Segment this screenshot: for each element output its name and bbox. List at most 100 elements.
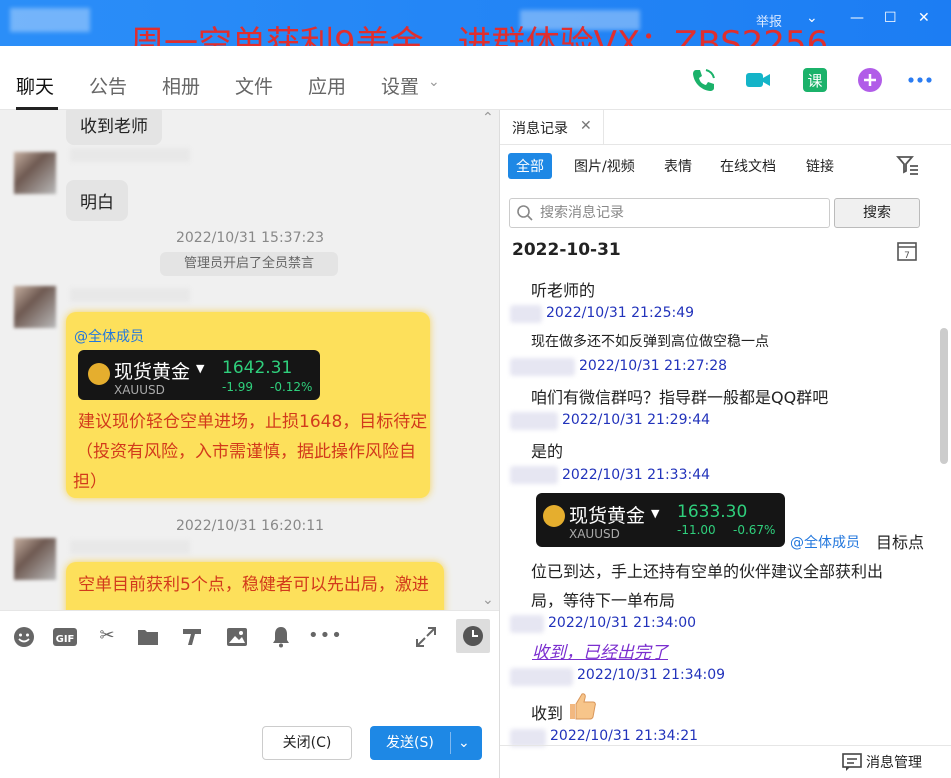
scrollbar[interactable] — [940, 328, 948, 464]
svg-text:GIF: GIF — [56, 634, 75, 645]
blurred-username — [70, 540, 190, 554]
gold-coin-icon — [543, 505, 565, 527]
announcement-line: 担） — [73, 472, 107, 492]
caret-down-icon: ▼ — [196, 362, 205, 375]
date-header: 2022-10-31 — [512, 240, 621, 260]
tab-message-history[interactable]: 消息记录 — [512, 118, 568, 138]
gold-change-pct: -0.67% — [733, 523, 776, 537]
image-icon[interactable] — [225, 625, 249, 649]
tab-chat[interactable]: 聊天 — [16, 72, 54, 99]
search-button[interactable]: 搜索 — [834, 198, 920, 228]
close-icon[interactable]: ✕ — [580, 118, 592, 134]
tab-separator — [603, 110, 604, 144]
filter-all[interactable]: 全部 — [508, 153, 552, 179]
scissors-icon[interactable]: ✂ — [95, 625, 119, 649]
calendar-icon[interactable]: 7 — [896, 240, 918, 262]
expand-icon[interactable] — [414, 625, 438, 649]
thumbs-up-icon — [570, 693, 596, 720]
phone-icon[interactable] — [690, 66, 718, 94]
mention-all[interactable]: @全体成员 — [790, 532, 860, 552]
blurred-sender — [510, 668, 573, 686]
gold-change: -11.00 — [677, 523, 716, 537]
caret-down-icon: ▼ — [651, 507, 660, 520]
history-time: 2022/10/31 21:34:09 — [577, 667, 726, 683]
clock-button[interactable] — [456, 619, 490, 653]
blurred-username — [70, 148, 190, 162]
scroll-down-icon[interactable]: ⌄ — [482, 592, 494, 608]
history-time: 2022/10/31 21:34:21 — [550, 728, 699, 744]
blurred-sender — [510, 358, 575, 376]
course-icon[interactable]: 课 — [801, 66, 829, 94]
avatar[interactable] — [14, 538, 56, 580]
history-time: 2022/10/31 21:34:00 — [548, 615, 697, 631]
history-message: 现在做多还不如反弹到高位做空稳一点 — [531, 334, 769, 350]
clock-icon — [463, 626, 483, 646]
announcement-line: （投资有风险，入市需谨慎，据此操作风险自 — [76, 442, 416, 462]
history-message: 局，等待下一单布局 — [531, 591, 676, 610]
maximize-icon[interactable]: ☐ — [884, 10, 897, 26]
gif-icon[interactable]: GIF — [52, 625, 78, 649]
chat-history[interactable]: 收到老师 明白 2022/10/31 15:37:23 管理员开启了全员禁言 @… — [0, 110, 500, 610]
footer-divider — [500, 745, 951, 746]
filter-docs[interactable]: 在线文档 — [720, 156, 776, 176]
tab-announcement[interactable]: 公告 — [89, 72, 127, 99]
message-manage-icon[interactable] — [842, 753, 862, 771]
gold-name: 现货黄金 — [569, 505, 646, 527]
filter-media[interactable]: 图片/视频 — [574, 156, 635, 176]
message-input[interactable] — [0, 660, 500, 778]
chevron-down-icon[interactable]: ⌄ — [458, 726, 470, 760]
send-button[interactable]: 发送(S) ⌄ — [370, 726, 482, 760]
folder-icon[interactable] — [136, 625, 160, 649]
close-icon[interactable]: ✕ — [918, 10, 930, 26]
more-icon[interactable] — [906, 66, 934, 94]
system-notice: 管理员开启了全员禁言 — [160, 252, 338, 276]
gold-change-pct: -0.12% — [270, 380, 313, 394]
bell-icon[interactable] — [269, 625, 293, 649]
quote-icon[interactable] — [180, 625, 204, 649]
gold-price: 1642.31 — [222, 358, 293, 378]
history-time: 2022/10/31 21:29:44 — [562, 412, 711, 428]
blurred-sender — [510, 412, 558, 430]
tab-album[interactable]: 相册 — [162, 72, 200, 99]
history-time: 2022/10/31 21:25:49 — [546, 305, 695, 321]
more-icon[interactable]: ••• — [308, 625, 342, 649]
message-manage-link[interactable]: 消息管理 — [866, 752, 922, 772]
history-message: 收到 — [531, 704, 564, 723]
separator — [450, 732, 451, 754]
announcement-line: 空单目前获利5个点，稳健者可以先出局，激进 — [78, 575, 429, 595]
chat-bubble: 收到老师 — [66, 110, 162, 145]
video-call-icon[interactable] — [744, 66, 772, 94]
blurred-sender — [510, 305, 542, 323]
tab-settings[interactable]: 设置 — [381, 72, 419, 99]
blurred-avatar — [10, 8, 90, 32]
emoji-icon[interactable] — [12, 625, 36, 649]
mention-all[interactable]: @全体成员 — [74, 326, 144, 346]
blurred-sender — [510, 615, 544, 633]
history-message: 位已到达，手上还持有空单的伙伴建议全部获利出 — [531, 562, 884, 581]
send-label: 发送(S) — [386, 735, 434, 751]
filter-icon[interactable] — [896, 154, 920, 176]
timestamp: 2022/10/31 16:20:11 — [175, 518, 325, 534]
filter-stickers[interactable]: 表情 — [664, 156, 692, 176]
history-message: 咱们有微信群吗？指导群一般都是QQ群吧 — [531, 388, 829, 407]
chat-bubble: 明白 — [66, 180, 128, 221]
gold-symbol: XAUUSD — [569, 527, 620, 541]
chevron-down-icon[interactable]: ⌄ — [428, 74, 440, 90]
history-link-message[interactable]: 收到，已经出完了 — [532, 638, 668, 663]
gold-coin-icon — [88, 363, 110, 385]
minimize-icon[interactable]: — — [850, 10, 864, 26]
search-input[interactable]: 搜索消息记录 — [509, 198, 830, 228]
close-button[interactable]: 关闭(C) — [262, 726, 352, 760]
gold-price: 1633.30 — [677, 502, 748, 522]
tab-files[interactable]: 文件 — [235, 72, 273, 99]
history-time: 2022/10/31 21:33:44 — [562, 467, 711, 483]
tab-apps[interactable]: 应用 — [308, 72, 346, 99]
avatar[interactable] — [14, 152, 56, 194]
avatar[interactable] — [14, 286, 56, 328]
gold-symbol: XAUUSD — [114, 383, 165, 397]
scroll-up-icon[interactable]: ⌃ — [482, 110, 494, 126]
history-message: 是的 — [531, 442, 564, 461]
filter-links[interactable]: 链接 — [806, 156, 834, 176]
add-app-icon[interactable] — [856, 66, 884, 94]
input-toolbar: GIF ✂ ••• — [0, 610, 500, 660]
